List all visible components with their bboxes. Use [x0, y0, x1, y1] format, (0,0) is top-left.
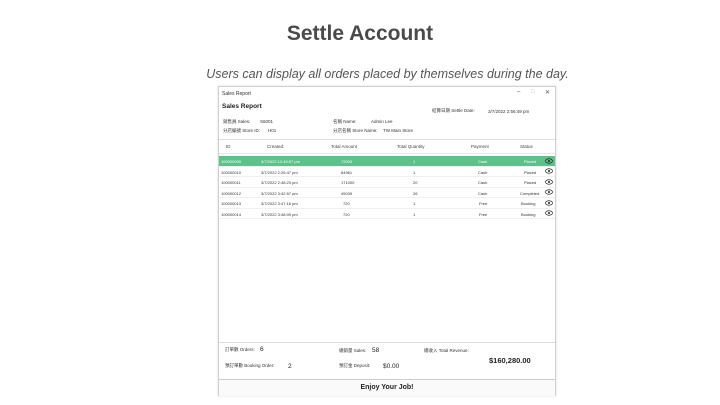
bottom-message: Enjoy Your Job! — [360, 384, 414, 391]
view-eye-icon[interactable] — [545, 189, 553, 195]
total-revenue-label: 總收入 Total Revenue: — [424, 348, 469, 353]
cell-payment: Cash — [478, 159, 488, 164]
col-payment[interactable]: Payment — [471, 144, 489, 149]
cell-status: Placed — [524, 169, 537, 175]
cell-id: 100000014 — [221, 211, 242, 217]
close-button[interactable]: ✕ — [545, 89, 550, 96]
cell-created: 3/7/2022 3:47:16 pm — [261, 201, 298, 206]
orders-value: 6 — [260, 346, 264, 353]
slide-subtitle: Users can display all orders placed by t… — [206, 67, 569, 81]
booking-order-value: 2 — [288, 363, 292, 370]
cell-status: Completed — [520, 190, 540, 196]
cell-status: Booking — [521, 211, 536, 217]
orders-table: 100000009 3/7/2022 12:49:57 pm 72005 1 C… — [219, 156, 555, 219]
view-eye-icon[interactable] — [545, 199, 553, 206]
header-divider — [219, 139, 555, 140]
report-heading: Sales Report — [222, 103, 262, 110]
cell-quantity: 1 — [413, 201, 416, 206]
cell-status: Placed — [524, 180, 537, 185]
col-created[interactable]: Created: — [267, 144, 284, 149]
cell-created: 3/7/2022 12:49:57 pm — [261, 159, 300, 164]
cell-id: 100000013 — [221, 201, 242, 206]
footer-divider — [219, 342, 555, 343]
table-row[interactable]: 100000011 3/7/2022 2:48:23 pm 171000 20 … — [219, 177, 555, 188]
cell-status: Placed — [524, 159, 537, 164]
settle-date-label: 結算日期 Settle Date: — [432, 108, 475, 113]
cell-id: 100000009 — [221, 159, 242, 164]
col-total-quantity[interactable]: Total Quantity — [397, 144, 425, 149]
orders-label: 訂單數 Orders: — [225, 347, 255, 352]
minimize-button[interactable]: – — [517, 89, 520, 95]
window-titlebar: Sales Report – □ ✕ — [219, 87, 555, 100]
maximize-button[interactable]: □ — [531, 89, 535, 95]
deposit-value: $0.00 — [383, 363, 400, 370]
col-status[interactable]: Status — [520, 144, 533, 149]
cell-payment: Cash — [478, 190, 488, 196]
total-sales-value: 58 — [372, 347, 380, 354]
cell-created: 3/7/2022 3:42:57 pm — [261, 190, 298, 196]
table-row[interactable]: 100000009 3/7/2022 12:49:57 pm 72005 1 C… — [219, 156, 555, 167]
sales-report-window: Sales Report – □ ✕ Sales Report 銷售員 Sale… — [218, 86, 556, 396]
table-row[interactable]: 100000013 3/7/2022 3:47:16 pm 720 1 Free… — [219, 198, 555, 209]
window-title: Sales Report — [222, 91, 251, 97]
view-eye-icon[interactable] — [545, 168, 553, 174]
cell-created: 3/7/2022 2:48:23 pm — [261, 180, 298, 185]
total-revenue-value: $160,280.00 — [489, 356, 531, 365]
cell-id: 100000011 — [221, 180, 241, 185]
cell-amount: 720 — [343, 211, 350, 217]
settle-date-value: 3/7/2022 2:56:49 pm — [488, 109, 530, 114]
cell-payment: Cash — [478, 169, 488, 175]
cell-payment: Cash — [478, 180, 488, 185]
table-row[interactable]: 100000012 3/7/2022 3:42:57 pm 45039 26 C… — [219, 188, 555, 198]
cell-quantity: 20 — [413, 180, 418, 185]
table-row[interactable]: 100000014 3/7/2022 3:48:09 pm 720 1 Free… — [219, 209, 555, 219]
cell-payment: Free — [479, 201, 488, 206]
cell-amount: 720 — [343, 201, 350, 206]
cell-amount: 45039 — [341, 190, 353, 196]
column-divider — [219, 153, 555, 154]
table-row[interactable]: 100000010 3/7/2022 2:26:47 pm 84961 1 Ca… — [219, 167, 555, 177]
sales-value: S6001 — [260, 119, 274, 124]
cell-id: 100000012 — [221, 190, 242, 196]
col-total-amount[interactable]: Total Amount — [331, 144, 357, 149]
cell-created: 3/7/2022 3:48:09 pm — [261, 211, 298, 217]
sales-label: 銷售員 Sales: — [223, 119, 251, 124]
cell-quantity: 26 — [413, 190, 418, 196]
cell-status: Booking — [521, 201, 536, 206]
store-name-value: TW Main Store — [383, 128, 414, 133]
slide-title: Settle Account — [286, 22, 434, 45]
cell-quantity: 1 — [413, 169, 416, 175]
view-eye-icon[interactable] — [545, 210, 553, 216]
store-name-label: 分店名稱 Store Name: — [333, 128, 378, 133]
status-bar: Enjoy Your Job! — [219, 379, 555, 396]
cell-created: 3/7/2022 2:26:47 pm — [261, 169, 298, 175]
deposit-label: 預訂金 Deposit: — [339, 363, 371, 368]
cell-quantity: 1 — [413, 159, 416, 164]
cell-quantity: 1 — [413, 211, 416, 217]
cell-amount: 171000 — [341, 180, 355, 185]
name-label: 名稱 Name: — [333, 119, 357, 124]
booking-order-label: 預訂單數 Booking Order: — [225, 363, 275, 368]
cell-id: 100000010 — [221, 169, 242, 175]
name-value: Admin Lee — [371, 119, 393, 124]
store-id-label: 分店編號 Store ID: — [223, 128, 261, 133]
view-eye-icon[interactable] — [545, 157, 553, 164]
cell-amount: 72005 — [341, 159, 353, 164]
view-eye-icon[interactable] — [545, 178, 553, 185]
total-sales-label: 總銷量 Sales: — [339, 348, 367, 353]
cell-amount: 84961 — [341, 169, 353, 175]
cell-payment: Free — [479, 211, 488, 217]
col-id[interactable]: ID — [226, 144, 231, 149]
store-id-value: H01 — [268, 128, 277, 133]
